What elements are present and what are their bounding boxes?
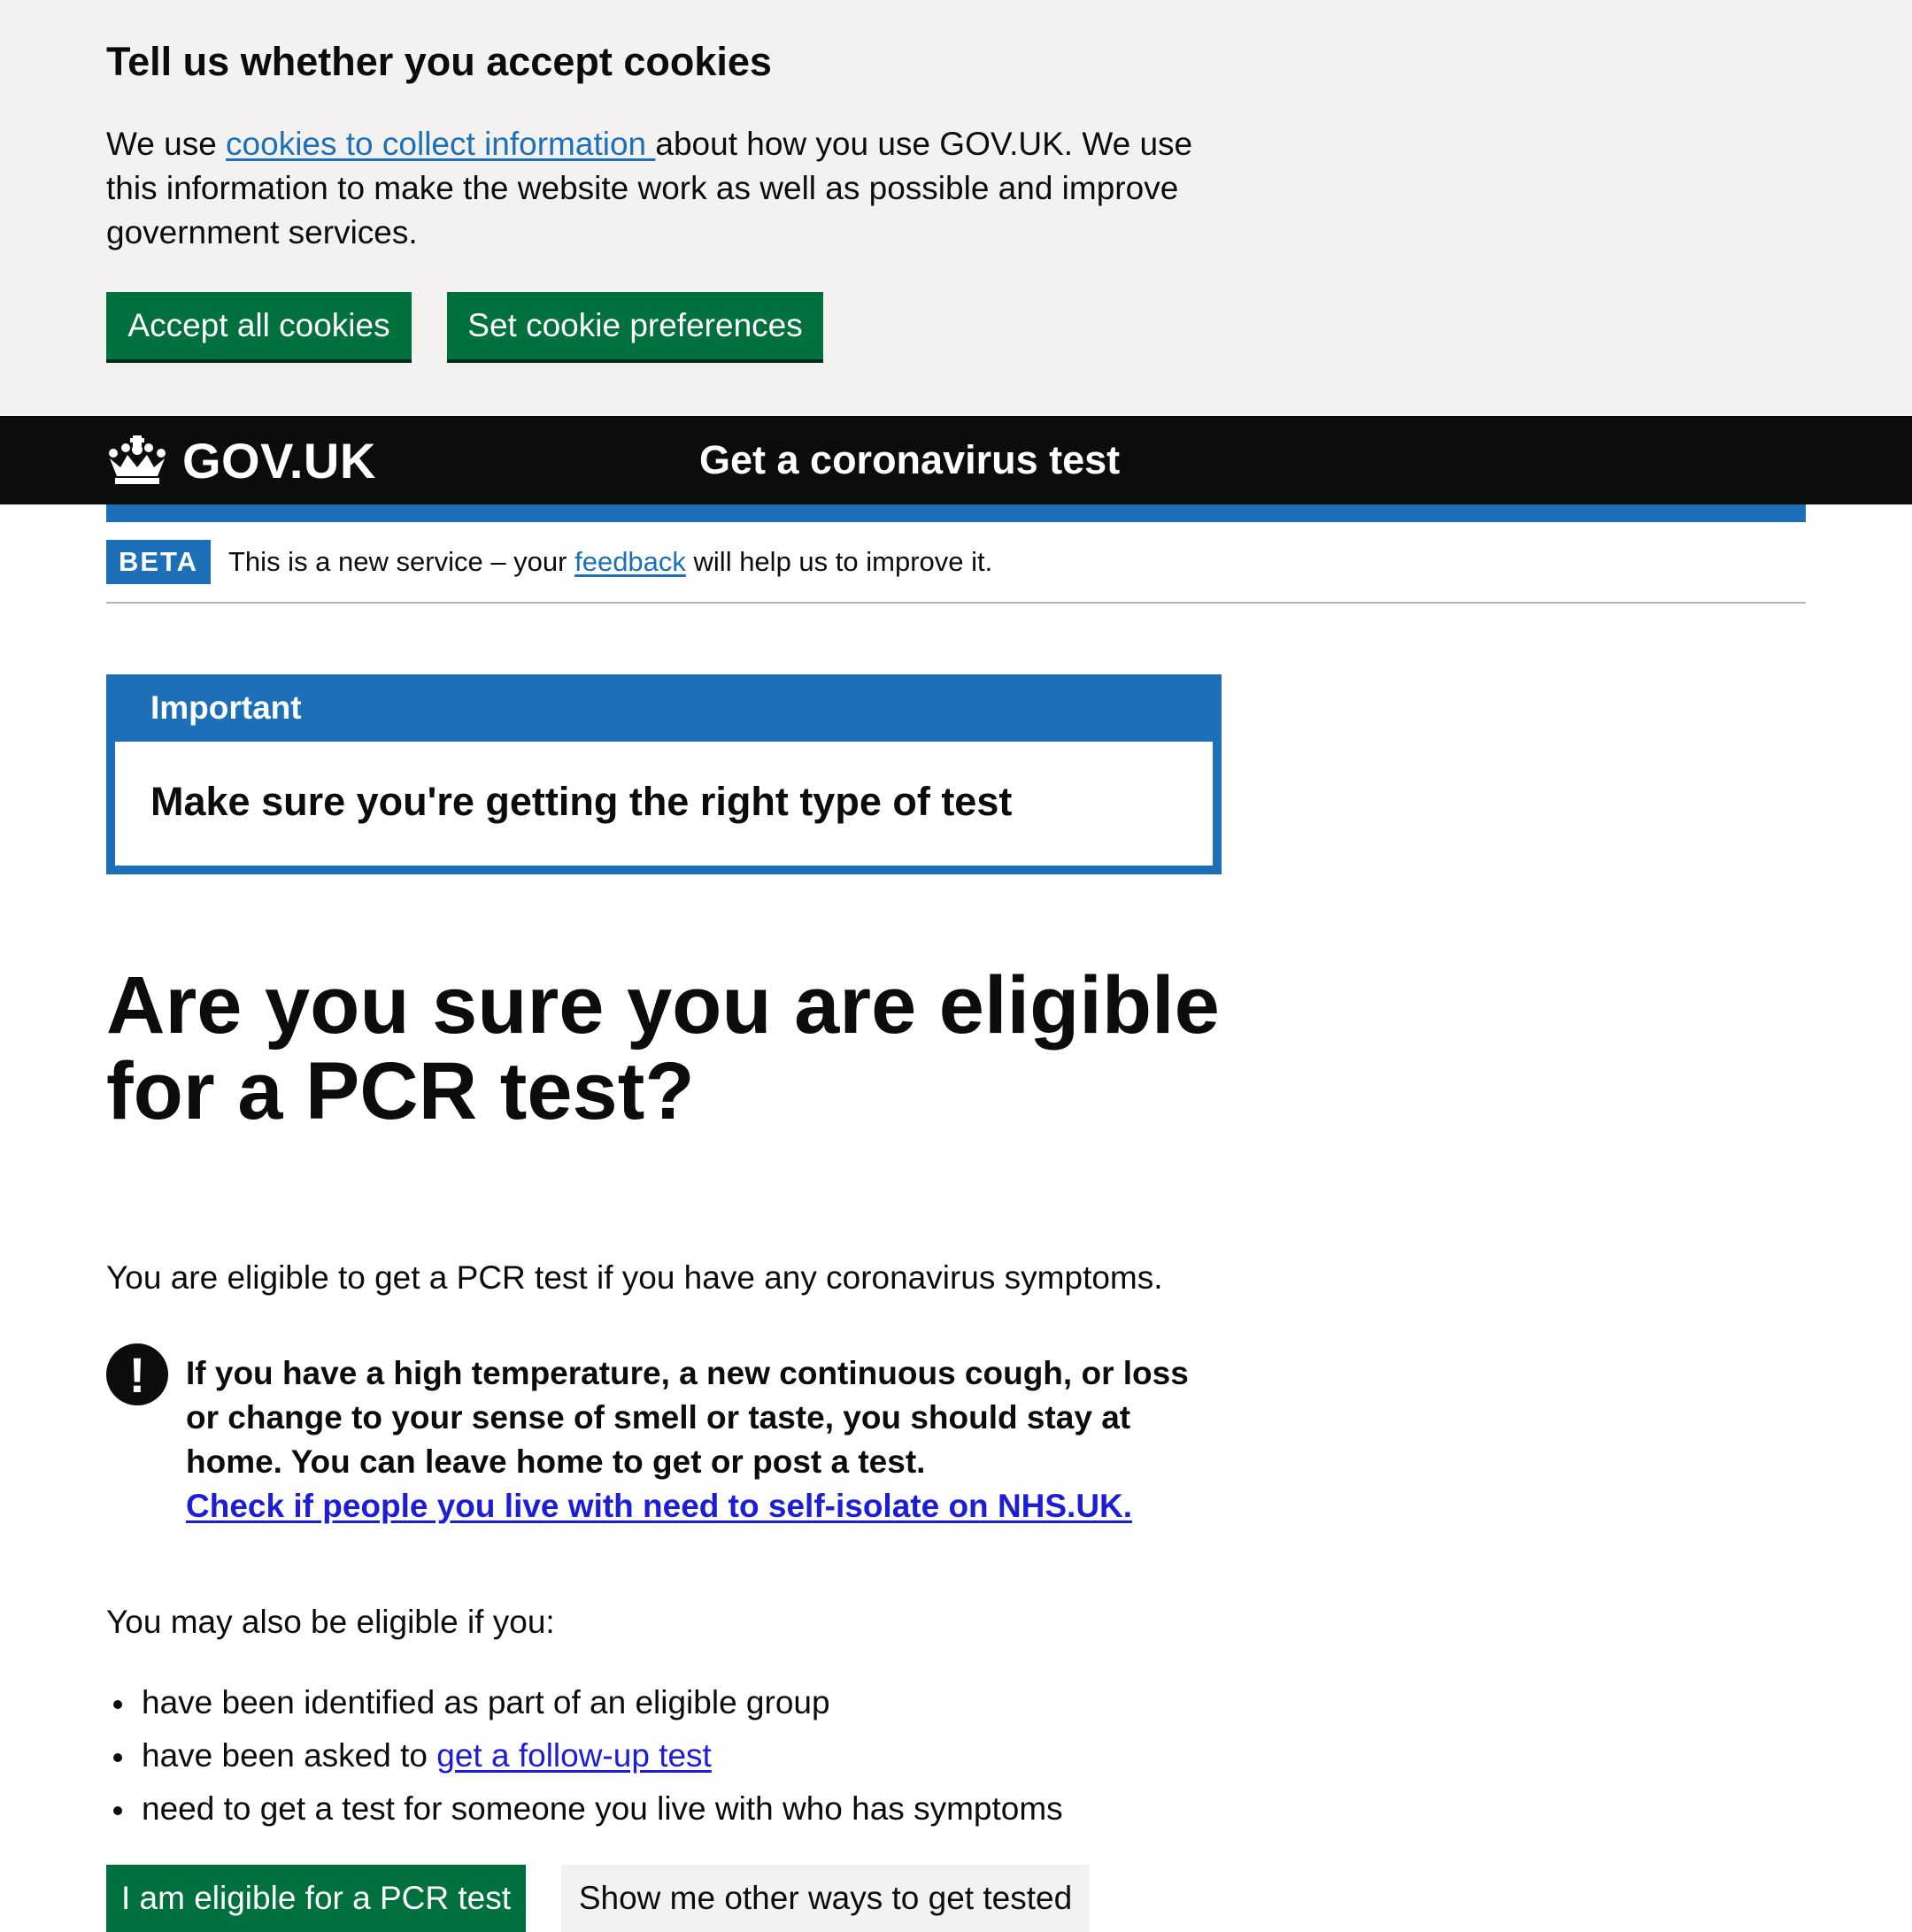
phase-text-end: will help us to improve it. (685, 546, 993, 577)
phase-banner-text: This is a new service – your feedback wi… (228, 540, 992, 584)
important-body: Make sure you're getting the right type … (150, 779, 1013, 824)
self-isolate-link[interactable]: Check if people you live with need to se… (186, 1488, 1132, 1524)
warning-text: If you have a high temperature, a new co… (186, 1351, 1230, 1528)
govuk-logo-link[interactable]: GOV.UK (106, 432, 376, 489)
warning-message: If you have a high temperature, a new co… (186, 1355, 1189, 1480)
site-header: GOV.UK Get a coronavirus test (0, 416, 1912, 504)
service-name-link[interactable]: Get a coronavirus test (699, 434, 1120, 487)
list-item-text: have been asked to (142, 1737, 437, 1774)
page-title: Are you sure you are eligible for a PCR … (106, 960, 1220, 1136)
warning-icon: ! (106, 1343, 168, 1405)
important-header: Important (115, 683, 1213, 742)
also-eligible-text: You may also be eligible if you: (106, 1604, 555, 1640)
important-label: Important (150, 689, 302, 726)
cookie-banner-text: We use cookies to collect information ab… (106, 122, 1195, 255)
feedback-link[interactable]: feedback (574, 546, 686, 577)
cookie-banner: Tell us whether you accept cookies We us… (0, 0, 1912, 416)
header-blue-bar (106, 504, 1806, 522)
set-cookie-preferences-button[interactable]: Set cookie preferences (447, 292, 823, 359)
cookie-banner-title: Tell us whether you accept cookies (106, 39, 772, 84)
cookies-info-link[interactable]: cookies to collect information (226, 126, 655, 162)
follow-up-test-link[interactable]: get a follow-up test (436, 1737, 712, 1774)
intro-text: You are eligible to get a PCR test if yo… (106, 1259, 1163, 1296)
phase-text-start: This is a new service – your (228, 546, 575, 577)
eligibility-list: have been identified as part of an eligi… (106, 1681, 1257, 1840)
cookie-text-start: We use (106, 126, 227, 162)
other-ways-button[interactable]: Show me other ways to get tested (561, 1865, 1090, 1932)
govuk-logo-text: GOV.UK (182, 432, 376, 489)
phase-banner-divider (106, 602, 1806, 604)
accept-cookies-button[interactable]: Accept all cookies (106, 292, 412, 359)
crown-icon (109, 435, 166, 484)
list-item: need to get a test for someone you live … (106, 1787, 1257, 1840)
list-item: have been identified as part of an eligi… (106, 1681, 1257, 1734)
beta-tag: BETA (106, 540, 211, 584)
important-notification: Important Make sure you're getting the r… (106, 674, 1222, 874)
eligible-pcr-button[interactable]: I am eligible for a PCR test (106, 1865, 526, 1932)
list-item: have been asked to get a follow-up test (106, 1734, 1257, 1787)
